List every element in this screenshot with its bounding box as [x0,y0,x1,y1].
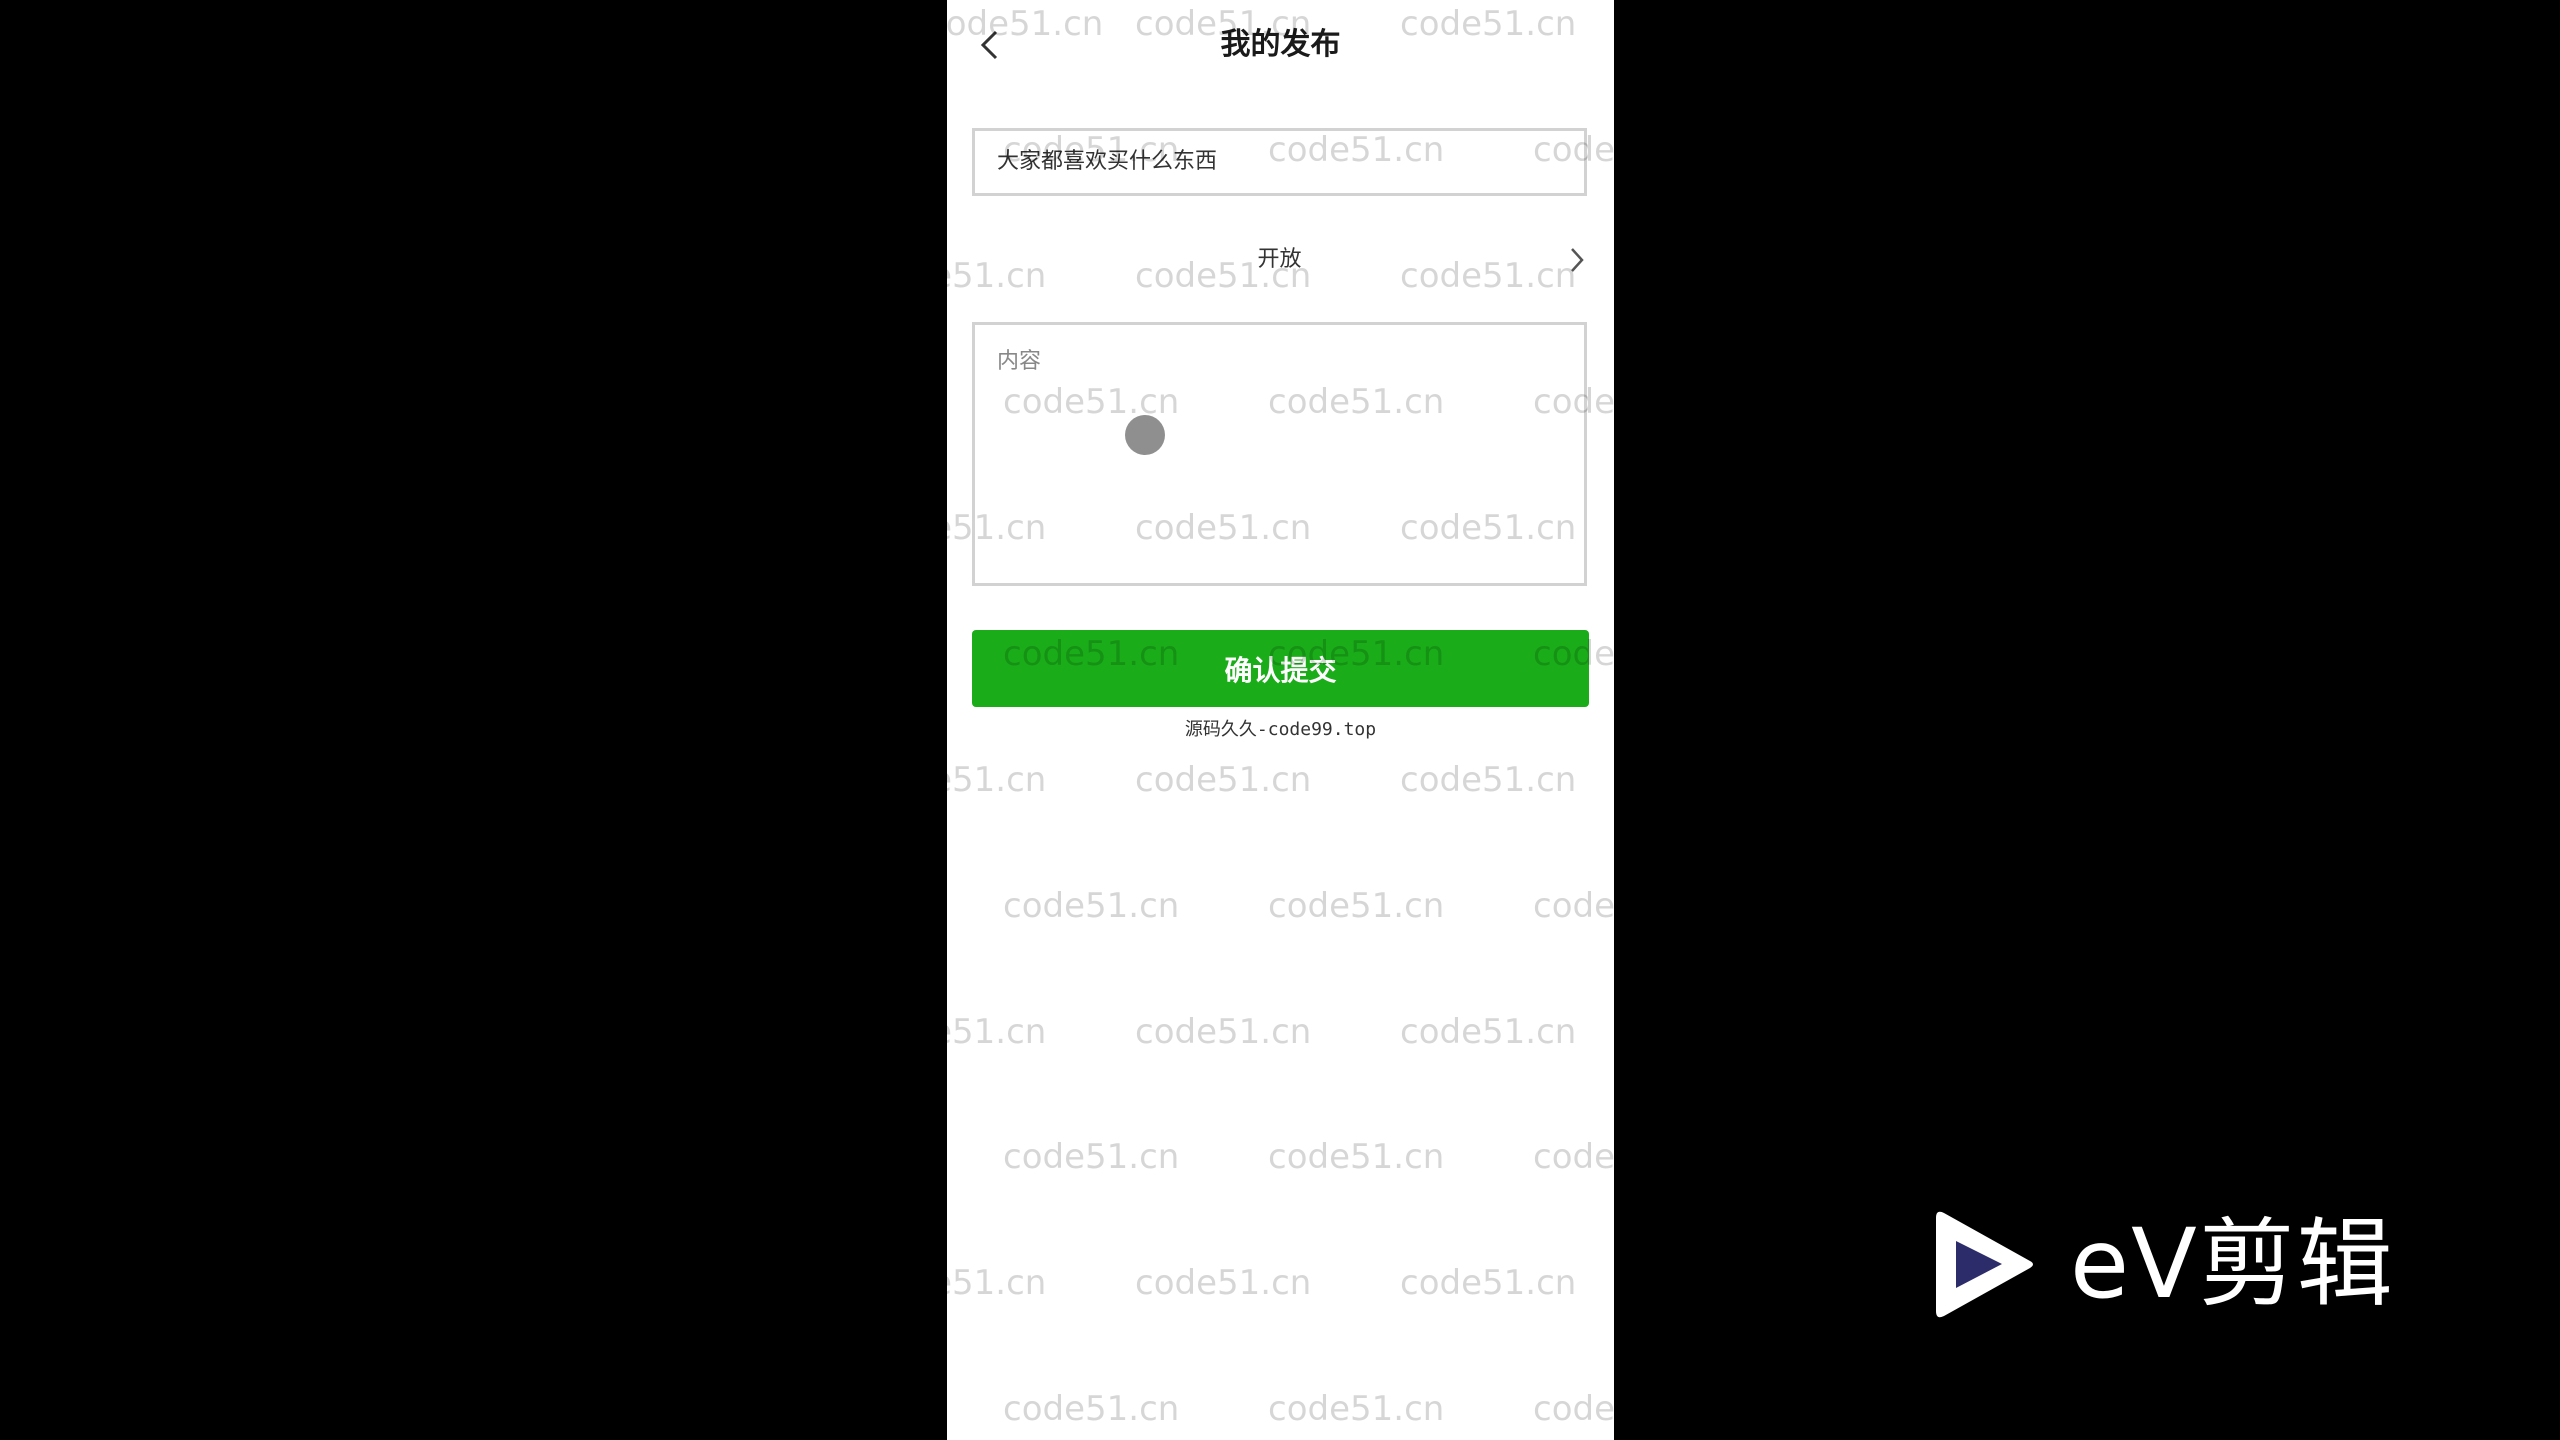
visibility-value: 开放 [1257,247,1302,272]
content-textarea[interactable] [997,343,1568,567]
content-field [972,322,1587,586]
watermark-text: code51.cn [947,760,1047,800]
watermark-text: code51.cn [1003,1137,1180,1177]
ev-logo-text: eV剪辑 [2070,1208,2395,1320]
watermark-text: code51.cn [1533,1137,1614,1177]
watermark-text: code51.cn [1003,1389,1180,1429]
watermark-text: code51.cn [1268,886,1445,926]
nav-bar: 我的发布 [947,0,1614,90]
ev-editor-logo: eV剪辑 [1930,1205,2430,1325]
title-input[interactable] [997,131,1574,193]
watermark-text: code51.cn [1400,760,1577,800]
watermark-text: code51.cn [1400,1263,1577,1303]
touch-indicator [1125,415,1165,455]
submit-button[interactable]: 确认提交 [972,630,1589,707]
phone-screen: 我的发布 开放 确认提交 源码久久-code99.top code51.cn c… [947,0,1614,1440]
visibility-picker[interactable]: 开放 [972,232,1587,288]
watermark-text: code51.cn [947,1012,1047,1052]
play-icon [1936,1211,2033,1318]
footer-credit: 源码久久-code99.top [1184,719,1377,740]
title-field [972,128,1587,196]
watermark-text: code51.cn [1533,886,1614,926]
watermark-text: code51.cn [1268,1137,1445,1177]
watermark-text: code51.cn [1268,1389,1445,1429]
watermark-text: code51.cn [1135,760,1312,800]
watermark-text: code51.cn [1533,1389,1614,1429]
watermark-text: code51.cn [1135,1012,1312,1052]
watermark-text: code51.cn [1135,1263,1312,1303]
watermark-text: code51.cn [1003,886,1180,926]
watermark-text: code51.cn [947,1263,1047,1303]
page-title: 我的发布 [1220,27,1341,62]
watermark-text: code51.cn [1400,1012,1577,1052]
chevron-right-icon [1571,248,1584,272]
